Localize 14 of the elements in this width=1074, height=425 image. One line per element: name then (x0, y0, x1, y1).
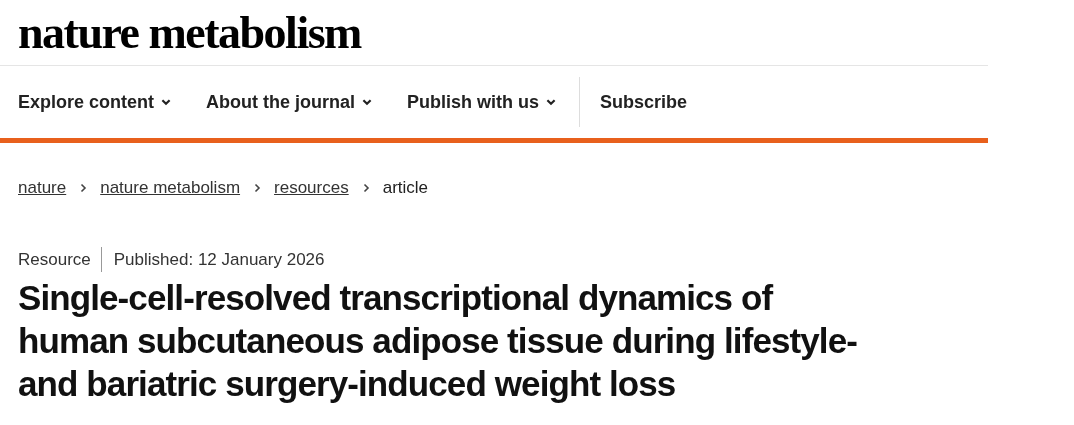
article-title: Single-cell-resolved transcriptional dynamics of human subcutaneous adipose tissue during lifestyle- and bariatric surgery-induced weight loss (17, 277, 858, 405)
article-type: Resource (18, 246, 102, 272)
nav-menu[interactable]: Explore content (18, 88, 173, 116)
nav-menu[interactable]: Publish with us (407, 88, 558, 116)
breadcrumb-link[interactable]: nature (18, 175, 67, 201)
breadcrumb-link[interactable]: resources (274, 175, 349, 201)
breadcrumb-current: article (382, 177, 429, 199)
journal-logo[interactable]: nature metabolism (18, 7, 361, 58)
subscribe-link[interactable]: Subscribe (600, 88, 688, 116)
chevron-right-icon (78, 182, 89, 193)
nav-menu[interactable]: About the journal (206, 88, 373, 116)
breadcrumb-link[interactable]: nature metabolism (100, 175, 241, 201)
publication-date: Published: 12 January 2026 (112, 248, 325, 271)
chevron-right-icon (252, 182, 263, 193)
